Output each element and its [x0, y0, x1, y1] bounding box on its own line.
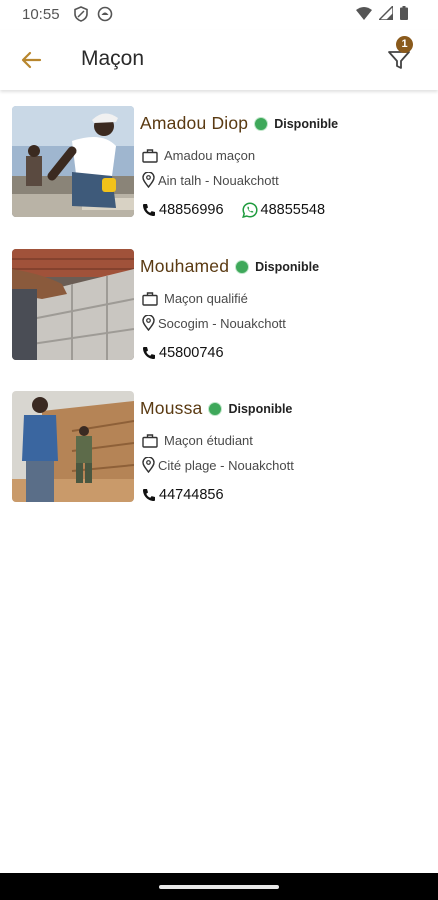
- page-title: Maçon: [81, 47, 145, 70]
- location-pin-icon: [142, 457, 155, 473]
- phone-icon: [143, 347, 155, 359]
- phone-number: 45800746: [159, 345, 224, 361]
- availability-status: Disponible: [274, 116, 339, 131]
- available-status-dot: [254, 116, 269, 131]
- phone-number: 44744856: [159, 487, 224, 503]
- whatsapp-number: 48855548: [260, 202, 326, 218]
- whatsapp-icon: [241, 202, 258, 218]
- status-bar: 10:55: [0, 0, 438, 30]
- phone-link[interactable]: 44744856: [142, 487, 224, 503]
- worker-location: Cité plage - Nouakchott: [158, 457, 294, 473]
- wifi-icon: [356, 6, 372, 25]
- location-pin-icon: [142, 172, 155, 188]
- system-navigation-bar: [0, 873, 438, 900]
- worker-name: Mouhamed: [140, 256, 230, 276]
- phone-link[interactable]: 45800746: [142, 345, 224, 361]
- signal-icon: [377, 4, 394, 25]
- available-status-dot: [208, 401, 223, 416]
- worker-card[interactable]: Amadou Diop Disponible Amadou maçon Ain …: [12, 106, 432, 236]
- worker-photo: [12, 106, 134, 217]
- back-button[interactable]: [18, 46, 46, 74]
- worker-job: Amadou maçon: [164, 148, 256, 163]
- phone-icon: [143, 204, 155, 216]
- worker-job: Maçon qualifié: [164, 291, 248, 306]
- whatsapp-link[interactable]: 48855548: [241, 202, 326, 218]
- briefcase-icon: [142, 291, 158, 306]
- availability-status: Disponible: [228, 401, 293, 416]
- shield-icon: [73, 6, 89, 27]
- availability-status: Disponible: [255, 259, 320, 274]
- filter-count-badge: 1: [396, 36, 413, 53]
- worker-location: Socogim - Nouakchott: [158, 315, 286, 331]
- home-gesture-handle[interactable]: [159, 885, 279, 889]
- app-notification-icon: [97, 6, 113, 27]
- worker-photo: [12, 249, 134, 360]
- location-pin-icon: [142, 315, 155, 331]
- app-bar: Maçon 1: [0, 30, 438, 90]
- available-status-dot: [235, 259, 250, 274]
- phone-link[interactable]: 48856996: [142, 202, 224, 218]
- worker-name: Amadou Diop: [140, 113, 249, 133]
- worker-card[interactable]: Mouhamed Disponible Maçon qualifié Socog…: [12, 249, 432, 379]
- worker-photo: [12, 391, 134, 502]
- worker-job: Maçon étudiant: [164, 433, 253, 448]
- arrow-left-icon: [21, 51, 42, 69]
- phone-number: 48856996: [159, 202, 224, 218]
- phone-icon: [143, 489, 155, 501]
- worker-card[interactable]: Moussa Disponible Maçon étudiant Cité pl…: [12, 391, 432, 521]
- worker-name: Moussa: [140, 398, 203, 418]
- status-time: 10:55: [22, 6, 60, 23]
- worker-location: Ain talh - Nouakchott: [158, 172, 279, 188]
- briefcase-icon: [142, 148, 158, 163]
- battery-icon: [400, 6, 408, 25]
- briefcase-icon: [142, 433, 158, 448]
